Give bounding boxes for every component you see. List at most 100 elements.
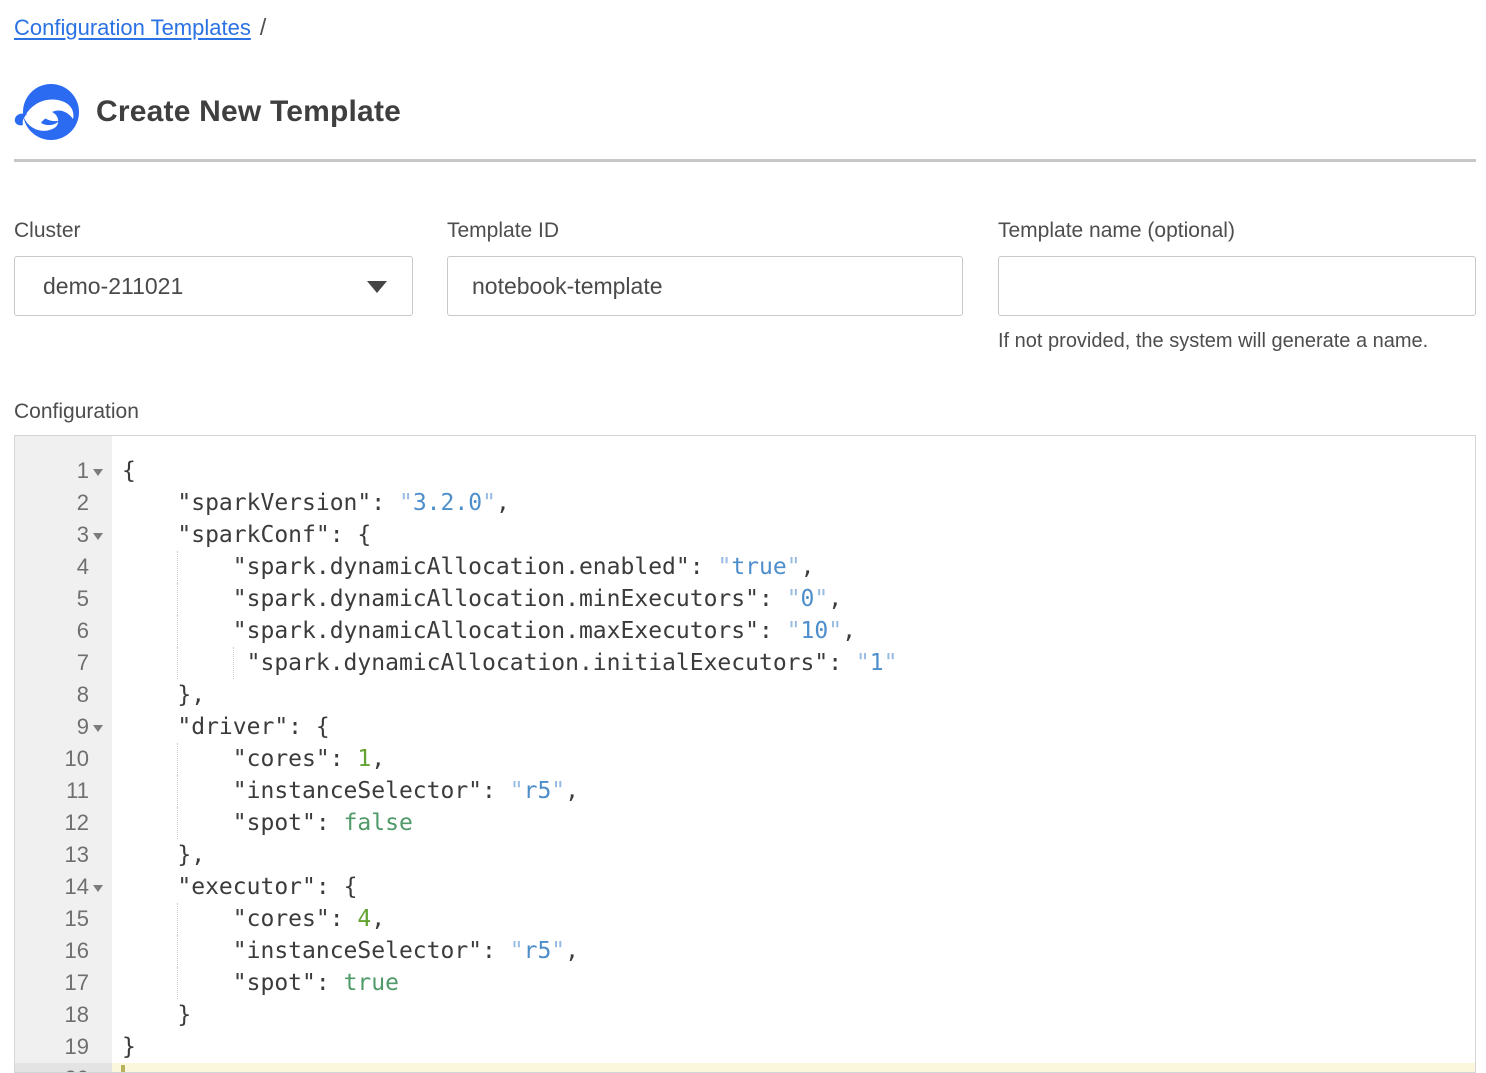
- gutter-line-number: 20: [15, 1063, 112, 1073]
- fold-widget-slot[interactable]: [89, 871, 106, 903]
- fold-widget-slot: [89, 679, 106, 711]
- line-number: 18: [65, 1002, 89, 1028]
- fold-widget-slot: [89, 647, 106, 679]
- line-number: 8: [77, 682, 89, 708]
- gutter-line-number: 11: [15, 775, 112, 807]
- indent-guide: [233, 647, 234, 679]
- gutter-line-number: 5: [15, 583, 112, 615]
- code-line-7[interactable]: "spark.dynamicAllocation.initialExecutor…: [112, 647, 1475, 679]
- fold-widget-slot: [89, 967, 106, 999]
- text-cursor: [121, 1065, 125, 1073]
- editor-code[interactable]: { "sparkVersion": "3.2.0", "sparkConf": …: [112, 436, 1475, 1073]
- code-line-11[interactable]: "instanceSelector": "r5",: [112, 775, 1475, 807]
- fold-widget-slot: [89, 807, 106, 839]
- fold-widget-slot: [89, 999, 106, 1031]
- fold-widget-slot: [89, 935, 106, 967]
- code-line-16[interactable]: "instanceSelector": "r5",: [112, 935, 1475, 967]
- line-number: 15: [65, 906, 89, 932]
- fold-widget-slot[interactable]: [89, 711, 106, 743]
- fold-widget-slot[interactable]: [89, 519, 106, 551]
- code-line-6[interactable]: "spark.dynamicAllocation.maxExecutors": …: [112, 615, 1475, 647]
- code-line-10[interactable]: "cores": 1,: [112, 743, 1475, 775]
- fold-widget-slot: [89, 583, 106, 615]
- gutter-line-number: 8: [15, 679, 112, 711]
- gutter-line-number: 18: [15, 999, 112, 1031]
- page-title: Create New Template: [96, 95, 401, 129]
- fold-widget-slot: [89, 1063, 106, 1073]
- code-line-3[interactable]: "sparkConf": {: [112, 519, 1475, 551]
- cluster-select[interactable]: demo-211021: [14, 256, 413, 316]
- breadcrumb-link-configuration-templates[interactable]: Configuration Templates: [14, 15, 251, 40]
- indent-guide: [177, 647, 178, 679]
- gutter-line-number: 2: [15, 487, 112, 519]
- indent-guide: [177, 775, 178, 807]
- indent-guide: [177, 935, 178, 967]
- fold-widget-slot[interactable]: [89, 455, 106, 487]
- gutter-line-number: 7: [15, 647, 112, 679]
- line-number: 11: [66, 778, 89, 804]
- template-name-helper-text: If not provided, the system will generat…: [998, 330, 1476, 353]
- line-number: 1: [77, 458, 89, 484]
- code-line-12[interactable]: "spot": false: [112, 807, 1475, 839]
- code-line-8[interactable]: },: [112, 679, 1475, 711]
- line-number: 4: [77, 554, 89, 580]
- code-line-15[interactable]: "cores": 4,: [112, 903, 1475, 935]
- fold-widget-slot: [89, 743, 106, 775]
- code-line-19[interactable]: }: [112, 1031, 1475, 1063]
- line-number: 6: [77, 618, 89, 644]
- indent-guide: [177, 743, 178, 775]
- code-line-2[interactable]: "sparkVersion": "3.2.0",: [112, 487, 1475, 519]
- template-id-label: Template ID: [447, 219, 963, 243]
- indent-guide: [177, 903, 178, 935]
- code-line-1[interactable]: {: [112, 455, 1475, 487]
- line-number: 16: [65, 938, 89, 964]
- line-number: 17: [65, 970, 89, 996]
- line-number: 2: [77, 490, 89, 516]
- indent-guide: [177, 551, 178, 583]
- code-line-18[interactable]: }: [112, 999, 1475, 1031]
- configuration-code-editor[interactable]: 1234567891011121314151617181920 { "spark…: [14, 435, 1476, 1073]
- ocean-wave-logo-icon: [14, 81, 80, 143]
- fold-widget-slot: [89, 1031, 106, 1063]
- line-number: 5: [77, 586, 89, 612]
- code-line-9[interactable]: "driver": {: [112, 711, 1475, 743]
- chevron-down-icon: [367, 281, 387, 293]
- line-number: 12: [65, 810, 89, 836]
- template-name-label: Template name (optional): [998, 219, 1476, 243]
- gutter-line-number[interactable]: 9: [15, 711, 112, 743]
- fold-widget-slot: [89, 487, 106, 519]
- indent-guide: [177, 615, 178, 647]
- gutter-line-number: 15: [15, 903, 112, 935]
- code-line-5[interactable]: "spark.dynamicAllocation.minExecutors": …: [112, 583, 1475, 615]
- fold-widget-slot: [89, 615, 106, 647]
- fold-arrow-icon[interactable]: [93, 885, 103, 892]
- code-line-20[interactable]: [112, 1063, 1475, 1073]
- code-line-17[interactable]: "spot": true: [112, 967, 1475, 999]
- fold-widget-slot: [89, 839, 106, 871]
- page-header: Create New Template: [14, 81, 1476, 143]
- fold-arrow-icon[interactable]: [93, 725, 103, 732]
- line-number: 3: [77, 522, 89, 548]
- code-line-14[interactable]: "executor": {: [112, 871, 1475, 903]
- gutter-line-number[interactable]: 14: [15, 871, 112, 903]
- header-divider: [14, 159, 1476, 162]
- gutter-line-number: 12: [15, 807, 112, 839]
- code-line-4[interactable]: "spark.dynamicAllocation.enabled": "true…: [112, 551, 1475, 583]
- code-line-13[interactable]: },: [112, 839, 1475, 871]
- template-id-input[interactable]: [447, 256, 963, 316]
- fold-arrow-icon[interactable]: [93, 533, 103, 540]
- template-name-input[interactable]: [998, 256, 1476, 316]
- gutter-line-number: 16: [15, 935, 112, 967]
- gutter-line-number: 17: [15, 967, 112, 999]
- gutter-line-number: 6: [15, 615, 112, 647]
- indent-guide: [177, 807, 178, 839]
- gutter-line-number[interactable]: 1: [15, 455, 112, 487]
- page: Configuration Templates/ Create New Temp…: [0, 0, 1486, 1073]
- gutter-line-number[interactable]: 3: [15, 519, 112, 551]
- fold-arrow-icon[interactable]: [93, 469, 103, 476]
- line-number: 9: [77, 714, 89, 740]
- line-number: 19: [65, 1034, 89, 1060]
- cluster-field: Cluster demo-211021: [14, 219, 413, 353]
- gutter-line-number: 4: [15, 551, 112, 583]
- gutter-line-number: 19: [15, 1031, 112, 1063]
